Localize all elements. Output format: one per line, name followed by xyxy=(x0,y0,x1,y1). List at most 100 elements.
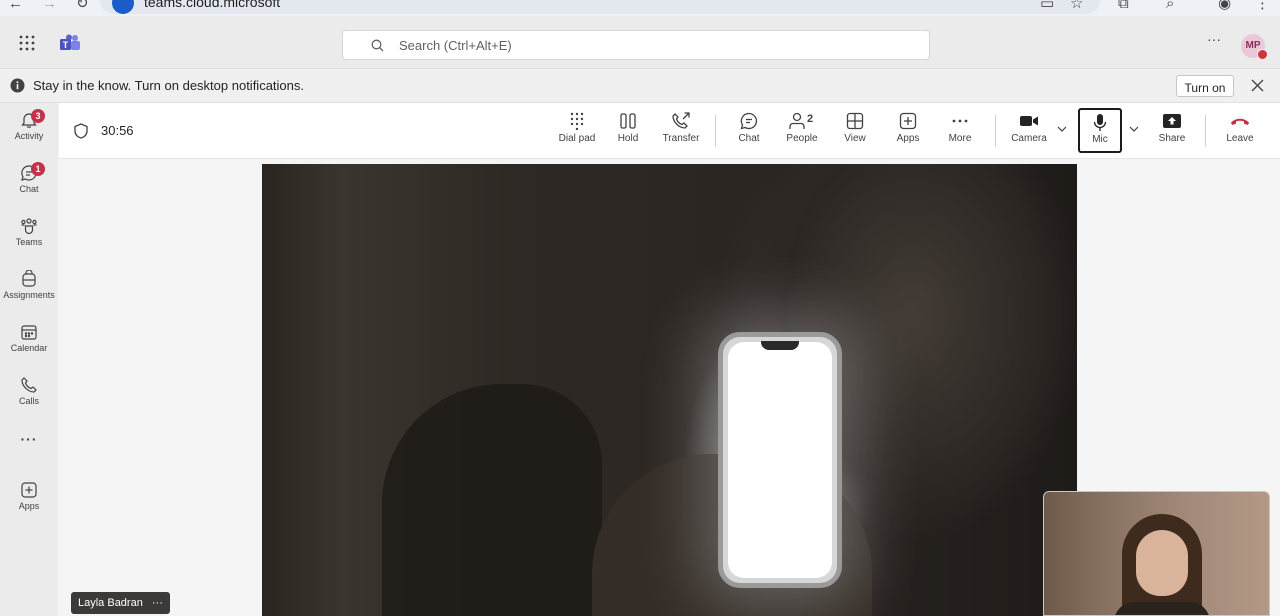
toolbar-divider xyxy=(1205,115,1206,147)
pause-icon xyxy=(620,113,636,129)
left-rail: 3 Activity 1 Chat Teams Assignments Cale… xyxy=(0,103,58,616)
add-apps-icon xyxy=(21,482,37,498)
back-arrow-icon[interactable]: ← xyxy=(8,0,23,12)
leave-label: Leave xyxy=(1226,133,1254,144)
toolbar-divider xyxy=(715,115,716,147)
hold-button[interactable]: Hold xyxy=(613,109,643,153)
more-button[interactable]: More xyxy=(945,109,975,153)
participant-name-tag[interactable]: Layla Badran ··· xyxy=(71,592,170,614)
more-apps-icon: ··· xyxy=(20,431,38,447)
participant-more-icon[interactable]: ··· xyxy=(152,597,163,609)
calendar-icon xyxy=(21,325,37,340)
teams-header: T Search (Ctrl+Alt+E) ··· MP xyxy=(0,16,1280,69)
notification-bar: Stay in the know. Turn on desktop notifi… xyxy=(0,69,1280,103)
rail-more-button[interactable]: ··· xyxy=(0,431,58,457)
self-shoulders-shape xyxy=(1114,602,1210,615)
rail-item-calls[interactable]: Calls xyxy=(0,370,58,420)
bookmark-star-icon[interactable]: ☆ xyxy=(1070,0,1083,12)
dial-pad-icon xyxy=(570,112,584,130)
rail-item-assignments[interactable]: Assignments xyxy=(0,264,58,314)
people-button[interactable]: 2 People xyxy=(785,109,819,153)
notification-text: Stay in the know. Turn on desktop notifi… xyxy=(33,78,304,93)
view-label: View xyxy=(844,133,866,144)
chat-badge: 1 xyxy=(31,162,45,176)
rail-label-apps: Apps xyxy=(18,501,40,511)
view-button[interactable]: View xyxy=(841,109,869,153)
more-horizontal-icon xyxy=(952,119,968,123)
rail-item-calendar[interactable]: Calendar xyxy=(0,317,58,367)
camera-label: Camera xyxy=(1011,133,1047,144)
profile-icon[interactable]: ◉ xyxy=(1218,0,1231,12)
people-icon xyxy=(789,112,805,129)
grid-view-icon xyxy=(846,112,864,130)
rail-label-activity: Activity xyxy=(14,131,44,141)
dial-pad-label: Dial pad xyxy=(558,133,596,144)
extensions-icon[interactable]: ⧉ xyxy=(1118,0,1129,12)
add-app-icon xyxy=(899,112,917,130)
participant-name: Layla Badran xyxy=(78,597,143,609)
share-button[interactable]: Share xyxy=(1155,109,1189,153)
people-label: People xyxy=(786,133,818,144)
dial-pad-button[interactable]: Dial pad xyxy=(555,109,599,153)
rail-label-calendar: Calendar xyxy=(10,343,48,353)
camera-button[interactable]: Camera xyxy=(1009,109,1049,153)
transfer-label: Transfer xyxy=(662,133,700,144)
mic-label: Mic xyxy=(1092,134,1108,145)
microphone-icon xyxy=(1093,114,1107,131)
search-placeholder: Search (Ctrl+Alt+E) xyxy=(399,38,512,53)
remote-video[interactable] xyxy=(262,164,1077,616)
camera-options-chevron-icon[interactable] xyxy=(1057,125,1067,133)
close-icon[interactable] xyxy=(1251,79,1264,92)
activity-badge: 3 xyxy=(31,109,45,123)
video-shadow-shape xyxy=(382,384,602,616)
rail-label-assignments: Assignments xyxy=(3,290,55,300)
more-label: More xyxy=(948,133,972,144)
teams-logo-icon: T xyxy=(60,34,80,52)
transfer-button[interactable]: Transfer xyxy=(659,109,703,153)
presence-status-dot xyxy=(1257,49,1268,60)
browser-toolbar: ← → ↻ teams.cloud.microsoft ▭ ☆ ⧉ ⌕ ◉ ⋮ xyxy=(0,0,1280,16)
chat-button[interactable]: Chat xyxy=(735,109,763,153)
self-face-shape xyxy=(1136,530,1188,596)
shield-icon xyxy=(74,123,88,139)
mic-options-chevron-icon[interactable] xyxy=(1129,125,1139,133)
share-screen-icon xyxy=(1163,114,1181,128)
reload-icon[interactable]: ↻ xyxy=(76,0,89,12)
url-text[interactable]: teams.cloud.microsoft xyxy=(144,0,280,10)
rail-item-apps[interactable]: Apps xyxy=(0,475,58,525)
mic-button[interactable]: Mic xyxy=(1078,108,1122,153)
svg-text:T: T xyxy=(63,40,69,50)
app-launcher-icon[interactable] xyxy=(19,35,35,51)
backpack-icon xyxy=(22,270,36,287)
phone-icon xyxy=(21,377,37,393)
rail-label-calls: Calls xyxy=(18,396,39,406)
people-count: 2 xyxy=(807,113,814,125)
turn-on-button[interactable]: Turn on xyxy=(1176,75,1234,97)
self-view-video[interactable] xyxy=(1043,491,1270,616)
rail-item-teams[interactable]: Teams xyxy=(0,211,58,261)
apps-label: Apps xyxy=(896,133,920,144)
rail-label-teams: Teams xyxy=(15,237,43,247)
rail-label-chat: Chat xyxy=(19,184,39,194)
chat-bubble-icon xyxy=(740,112,758,130)
lens-icon[interactable]: ⌕ xyxy=(1166,0,1174,12)
rail-item-chat[interactable]: 1 Chat xyxy=(0,158,58,208)
phone-screen xyxy=(728,342,832,578)
meeting-toolbar: 30:56 Dial pad Hold Transfer Chat 2 Peop… xyxy=(59,103,1280,159)
install-app-icon[interactable]: ▭ xyxy=(1040,0,1054,12)
call-transfer-icon xyxy=(672,112,690,129)
search-box[interactable]: Search (Ctrl+Alt+E) xyxy=(342,30,930,60)
call-timer: 30:56 xyxy=(101,123,134,138)
phone-notch xyxy=(761,341,799,350)
leave-button[interactable]: Leave xyxy=(1223,109,1257,153)
browser-menu-icon[interactable]: ⋮ xyxy=(1255,0,1270,12)
forward-arrow-icon[interactable]: → xyxy=(42,0,57,12)
hang-up-icon xyxy=(1231,118,1249,125)
rail-item-activity[interactable]: 3 Activity xyxy=(0,105,58,155)
hold-label: Hold xyxy=(617,133,639,144)
chat-label: Chat xyxy=(738,133,760,144)
teams-icon xyxy=(21,218,37,235)
phone-in-video xyxy=(718,332,842,588)
header-more-button[interactable]: ··· xyxy=(1207,31,1221,47)
apps-button[interactable]: Apps xyxy=(893,109,923,153)
